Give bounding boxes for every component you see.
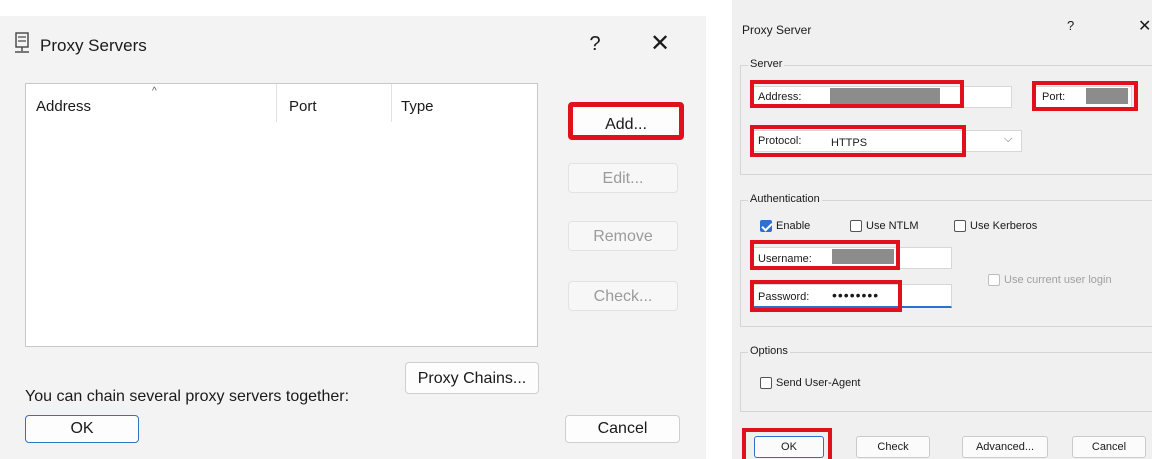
checkbox-icon	[850, 220, 862, 232]
column-divider[interactable]	[276, 84, 277, 122]
protocol-highlight	[750, 125, 966, 157]
help-button[interactable]: ?	[1067, 18, 1074, 33]
port-highlight	[1032, 81, 1138, 111]
check-button[interactable]: Check...	[568, 281, 678, 311]
column-header-port[interactable]: Port	[289, 98, 317, 115]
username-highlight	[750, 240, 900, 270]
use-current-user-label: Use current user login	[1004, 274, 1112, 286]
close-button[interactable]: ✕	[640, 30, 680, 58]
proxy-server-list[interactable]: ^ Address Port Type	[25, 83, 538, 347]
authentication-group-label: Authentication	[748, 193, 822, 205]
ok-highlight	[742, 428, 832, 459]
use-ntlm-label: Use NTLM	[866, 220, 919, 232]
chevron-down-icon[interactable]: ⌵	[1004, 133, 1012, 146]
close-button[interactable]: ✕	[1138, 16, 1151, 36]
use-kerberos-label: Use Kerberos	[970, 220, 1038, 232]
advanced-button[interactable]: Advanced...	[962, 436, 1048, 458]
sort-ascending-icon: ^	[152, 86, 157, 97]
add-button[interactable]: Add...	[568, 102, 684, 140]
column-header-type[interactable]: Type	[401, 98, 434, 115]
proxy-server-dialog: Proxy Server ? ✕ Server Address: Port: P…	[732, 0, 1152, 459]
cancel-button[interactable]: Cancel	[565, 415, 680, 443]
server-group-label: Server	[748, 58, 785, 70]
ok-button[interactable]: OK	[25, 415, 139, 443]
cancel-button[interactable]: Cancel	[1072, 436, 1146, 458]
options-group-label: Options	[748, 345, 790, 357]
enable-label: Enable	[776, 220, 811, 232]
checkbox-checked-icon	[760, 220, 772, 232]
check-button[interactable]: Check	[856, 436, 930, 458]
checkbox-icon	[954, 220, 966, 232]
checkbox-icon	[760, 377, 772, 389]
chain-description: You can chain several proxy servers toge…	[25, 388, 350, 405]
proxy-chains-button[interactable]: Proxy Chains...	[405, 362, 539, 394]
use-ntlm-checkbox[interactable]: Use NTLM	[850, 220, 919, 232]
column-divider[interactable]	[391, 84, 392, 122]
dialog-title: Proxy Server	[742, 23, 812, 37]
proxy-servers-dialog: Proxy Servers ? ✕ ^ Address Port Type Ad…	[0, 16, 706, 459]
server-icon	[15, 32, 29, 53]
address-highlight	[750, 80, 964, 108]
send-user-agent-checkbox[interactable]: Send User-Agent	[760, 377, 860, 389]
enable-checkbox[interactable]: Enable	[760, 220, 810, 232]
remove-button[interactable]: Remove	[568, 221, 678, 251]
password-highlight	[750, 280, 902, 312]
column-header-address[interactable]: Address	[36, 98, 91, 115]
checkbox-icon	[988, 274, 1000, 286]
edit-button[interactable]: Edit...	[568, 163, 678, 193]
dialog-title: Proxy Servers	[40, 36, 147, 55]
use-kerberos-checkbox[interactable]: Use Kerberos	[954, 220, 1037, 232]
send-user-agent-label: Send User-Agent	[776, 377, 861, 389]
use-current-user-checkbox[interactable]: Use current user login	[988, 274, 1112, 286]
help-button[interactable]: ?	[575, 30, 615, 58]
